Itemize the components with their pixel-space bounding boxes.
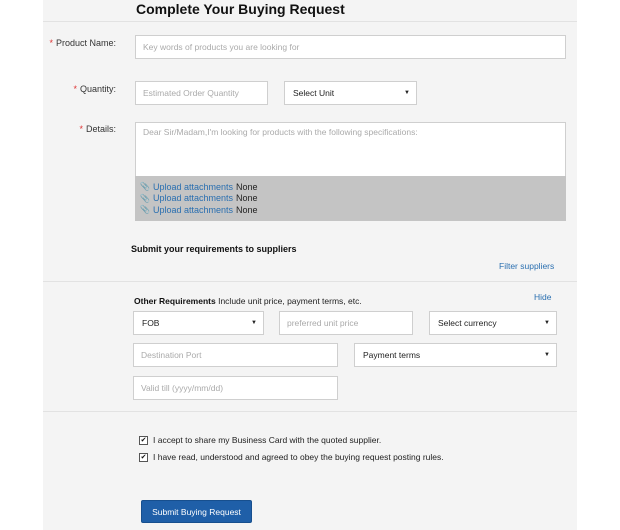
- posting-rules-checkbox[interactable]: ✔: [139, 452, 148, 462]
- attachment-status: None: [236, 193, 258, 204]
- title-divider: [43, 21, 577, 22]
- paperclip-icon: 📎: [140, 182, 150, 192]
- upload-attachments-link[interactable]: Upload attachments: [153, 193, 233, 203]
- paperclip-icon: 📎: [140, 205, 150, 215]
- currency-select[interactable]: Select currency ▼: [429, 311, 557, 335]
- quantity-input[interactable]: Estimated Order Quantity: [135, 81, 268, 105]
- details-textarea[interactable]: Dear Sir/Madam,I'm looking for products …: [135, 122, 566, 177]
- page-title: Complete Your Buying Request: [136, 1, 345, 17]
- attachments-area: 📎 Upload attachments None 📎 Upload attac…: [135, 176, 566, 221]
- chevron-down-icon: ▼: [404, 90, 410, 96]
- unit-select[interactable]: Select Unit ▼: [284, 81, 417, 105]
- attachment-row: 📎 Upload attachments None: [135, 204, 566, 216]
- chevron-down-icon: ▼: [251, 320, 257, 326]
- share-business-card-row: ✔ I accept to share my Business Card wit…: [139, 435, 382, 445]
- form-panel: [43, 0, 577, 530]
- attachment-status: None: [236, 204, 258, 215]
- attachment-status: None: [236, 181, 258, 192]
- submit-to-suppliers-heading: Submit your requirements to suppliers: [131, 244, 297, 254]
- valid-till-input[interactable]: Valid till (yyyy/mm/dd): [133, 376, 338, 400]
- product-name-label: * Product Name:: [49, 38, 116, 48]
- destination-port-input[interactable]: Destination Port: [133, 343, 338, 367]
- trade-terms-select[interactable]: FOB ▼: [133, 311, 264, 335]
- posting-rules-row: ✔ I have read, understood and agreed to …: [139, 452, 444, 462]
- attachment-row: 📎 Upload attachments None: [135, 181, 566, 193]
- chevron-down-icon: ▼: [544, 352, 550, 358]
- unit-price-input[interactable]: preferred unit price: [279, 311, 413, 335]
- chevron-down-icon: ▼: [544, 320, 550, 326]
- required-mark: *: [49, 38, 53, 48]
- upload-attachments-link[interactable]: Upload attachments: [153, 182, 233, 192]
- required-mark: *: [73, 84, 77, 94]
- other-requirements-heading: Other Requirements Include unit price, p…: [134, 296, 362, 306]
- details-label: * Details:: [79, 124, 116, 134]
- product-name-input[interactable]: Key words of products you are looking fo…: [135, 35, 566, 59]
- share-business-card-checkbox[interactable]: ✔: [139, 435, 148, 445]
- hide-link[interactable]: Hide: [534, 292, 551, 302]
- attachment-row: 📎 Upload attachments None: [135, 193, 566, 205]
- section-divider: [43, 281, 577, 282]
- section-divider: [43, 411, 577, 412]
- upload-attachments-link[interactable]: Upload attachments: [153, 205, 233, 215]
- filter-suppliers-link[interactable]: Filter suppliers: [499, 261, 554, 271]
- required-mark: *: [79, 124, 83, 134]
- submit-buying-request-button[interactable]: Submit Buying Request: [141, 500, 252, 523]
- payment-terms-select[interactable]: Payment terms ▼: [354, 343, 557, 367]
- paperclip-icon: 📎: [140, 193, 150, 203]
- quantity-label: * Quantity:: [73, 84, 116, 94]
